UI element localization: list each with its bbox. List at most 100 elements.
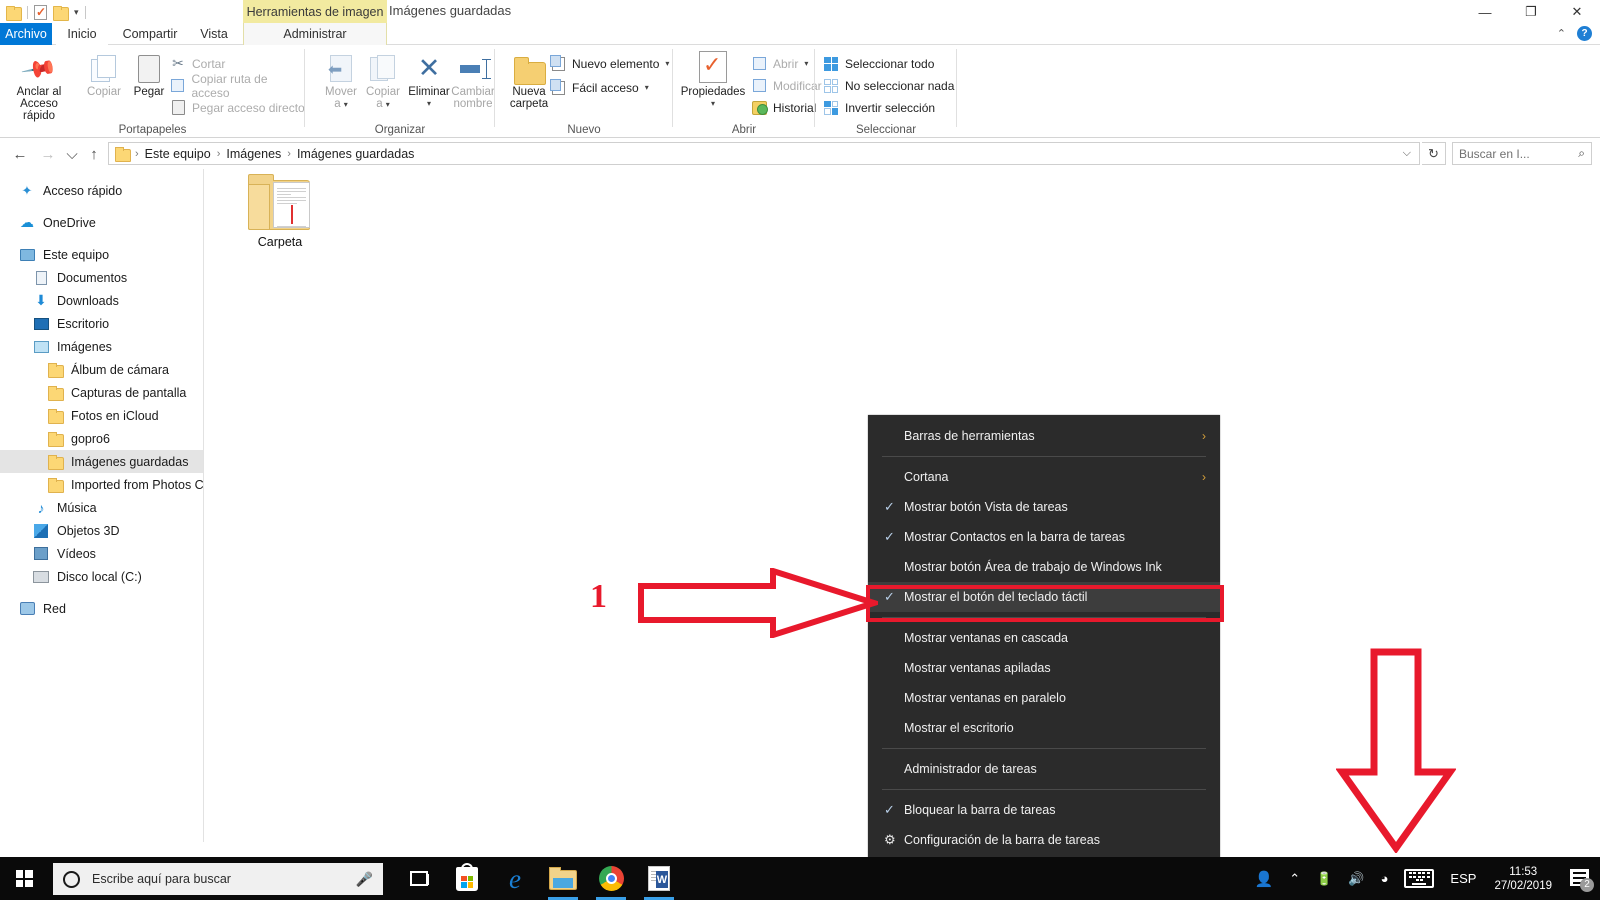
- ctx-item-mostrar-ventanas-apiladas[interactable]: Mostrar ventanas apiladas: [868, 653, 1220, 683]
- search-input[interactable]: Buscar en I...: [1459, 147, 1530, 161]
- sidebar-item-downloads[interactable]: ⬇ Downloads: [0, 289, 203, 312]
- tab-archivo[interactable]: Archivo: [0, 23, 52, 45]
- sidebar-label: Documentos: [57, 270, 128, 285]
- sidebar-item-objetos-3d[interactable]: Objetos 3D: [0, 519, 203, 542]
- tray-people-button[interactable]: 👤: [1247, 857, 1282, 900]
- history-button[interactable]: Historial: [751, 97, 816, 118]
- help-icon[interactable]: ?: [1577, 26, 1592, 41]
- close-button[interactable]: ✕: [1554, 0, 1600, 24]
- sidebar-item-acceso-rapido[interactable]: ✦ Acceso rápido: [0, 179, 203, 202]
- taskbar-google-chrome-button[interactable]: [587, 857, 635, 900]
- ctx-item-mostrar-contactos[interactable]: ✓ Mostrar Contactos en la barra de tarea…: [868, 522, 1220, 552]
- annotation-step-number-1: 1: [590, 578, 607, 615]
- sidebar-item-musica[interactable]: ♪ Música: [0, 496, 203, 519]
- ctx-item-barras-de-herramientas[interactable]: Barras de herramientas ›: [868, 421, 1220, 451]
- tab-compartir[interactable]: Compartir: [112, 23, 188, 45]
- taskbar-microsoft-store-button[interactable]: [443, 857, 491, 900]
- sidebar-item-onedrive[interactable]: ☁ OneDrive: [0, 211, 203, 234]
- ctx-item-bloquear-la-barra-de-tareas[interactable]: ✓ Bloquear la barra de tareas: [868, 795, 1220, 825]
- open-chevron-down-icon[interactable]: ▾: [804, 59, 808, 68]
- taskbar-search-box[interactable]: Escribe aquí para buscar 🎤: [53, 863, 383, 895]
- properties-chevron-down-icon[interactable]: ▾: [711, 98, 715, 110]
- recent-locations-button[interactable]: ⌵: [60, 142, 84, 166]
- ctx-item-mostrar-boton-windows-ink[interactable]: Mostrar botón Área de trabajo de Windows…: [868, 552, 1220, 582]
- taskbar-file-explorer-button[interactable]: [539, 857, 587, 900]
- tray-touch-keyboard-button[interactable]: [1396, 857, 1442, 900]
- breadcrumb-item-imagenes[interactable]: Imágenes: [226, 147, 281, 161]
- select-all-button[interactable]: Seleccionar todo: [823, 53, 934, 74]
- ctx-item-mostrar-ventanas-en-cascada[interactable]: Mostrar ventanas en cascada: [868, 623, 1220, 653]
- tab-inicio[interactable]: Inicio: [56, 23, 108, 45]
- tab-vista[interactable]: Vista: [190, 23, 238, 45]
- tray-action-center-button[interactable]: 2: [1562, 857, 1600, 900]
- copy-path-button[interactable]: Copiar ruta de acceso: [170, 72, 305, 100]
- ctx-item-mostrar-ventanas-en-paralelo[interactable]: Mostrar ventanas en paralelo: [868, 683, 1220, 713]
- tray-battery-button[interactable]: 🔋: [1308, 857, 1340, 900]
- volume-icon: 🔊: [1348, 870, 1365, 886]
- taskbar-task-view-button[interactable]: [395, 857, 443, 900]
- ctx-item-mostrar-el-escritorio[interactable]: Mostrar el escritorio: [868, 713, 1220, 743]
- back-button[interactable]: ←: [8, 142, 32, 166]
- new-item-chevron-down-icon[interactable]: ▾: [665, 59, 669, 68]
- taskbar-microsoft-edge-button[interactable]: e: [491, 857, 539, 900]
- collapse-ribbon-icon[interactable]: ⌃: [1557, 27, 1566, 40]
- refresh-button[interactable]: ↻: [1422, 142, 1446, 165]
- ctx-item-administrador-de-tareas[interactable]: Administrador de tareas: [868, 754, 1220, 784]
- qat-chevron-down-icon[interactable]: ▾: [74, 2, 79, 22]
- sidebar-item-album-de-camara[interactable]: Álbum de cámara: [0, 358, 203, 381]
- forward-button[interactable]: →: [36, 142, 60, 166]
- pin-to-quick-access-button[interactable]: 📌 Anclar al Acceso rápido: [7, 49, 71, 122]
- new-folder-qat-icon[interactable]: [53, 5, 69, 21]
- minimize-button[interactable]: —: [1462, 0, 1508, 24]
- easy-access-button[interactable]: Fácil acceso ▾: [549, 77, 649, 98]
- delete-chevron-down-icon[interactable]: ▾: [427, 98, 431, 110]
- select-none-button[interactable]: No seleccionar nada: [823, 75, 954, 96]
- navigation-pane[interactable]: ✦ Acceso rápido ☁ OneDrive Este equipo D…: [0, 169, 204, 842]
- microphone-icon[interactable]: 🎤: [356, 871, 373, 888]
- start-button[interactable]: [0, 857, 48, 900]
- tray-network-button[interactable]: ◕: [1373, 857, 1397, 900]
- sidebar-item-capturas-de-pantalla[interactable]: Capturas de pantalla: [0, 381, 203, 404]
- taskbar[interactable]: Escribe aquí para buscar 🎤 e W 👤 ⌃ 🔋 🔊 ◕…: [0, 857, 1600, 900]
- address-dropdown-icon[interactable]: ⌵: [1395, 147, 1419, 160]
- ctx-item-mostrar-boton-vista-de-tareas[interactable]: ✓ Mostrar botón Vista de tareas: [868, 492, 1220, 522]
- paste-shortcut-icon: [170, 100, 186, 116]
- sidebar-item-imagenes-guardadas[interactable]: Imágenes guardadas: [0, 450, 203, 473]
- sidebar-item-fotos-en-icloud[interactable]: Fotos en iCloud: [0, 404, 203, 427]
- sidebar-item-gopro6[interactable]: gopro6: [0, 427, 203, 450]
- sidebar-item-escritorio[interactable]: Escritorio: [0, 312, 203, 335]
- tray-show-hidden-icons-button[interactable]: ⌃: [1281, 857, 1308, 900]
- file-item-carpeta[interactable]: Carpeta: [230, 174, 330, 249]
- tray-language-button[interactable]: ESP: [1442, 857, 1484, 900]
- taskbar-context-menu[interactable]: Barras de herramientas › Cortana › ✓ Mos…: [868, 415, 1220, 861]
- breadcrumb[interactable]: › Este equipo › Imágenes › Imágenes guar…: [108, 142, 1420, 165]
- ctx-item-configuracion-de-la-barra-de-tareas[interactable]: ⚙ Configuración de la barra de tareas: [868, 825, 1220, 855]
- properties-button[interactable]: Propiedades ▾: [675, 49, 751, 110]
- paste-shortcut-button[interactable]: Pegar acceso directo: [170, 97, 305, 118]
- sidebar-item-este-equipo[interactable]: Este equipo: [0, 243, 203, 266]
- edit-button[interactable]: Modificar: [751, 75, 822, 96]
- ctx-item-cortana[interactable]: Cortana ›: [868, 462, 1220, 492]
- breadcrumb-item-este-equipo[interactable]: Este equipo: [145, 147, 211, 161]
- tab-administrar[interactable]: Administrar: [243, 23, 387, 45]
- search-box[interactable]: Buscar en I... ⌕: [1452, 142, 1592, 165]
- sidebar-item-disco-local-c[interactable]: Disco local (C:): [0, 565, 203, 588]
- sidebar-item-documentos[interactable]: Documentos: [0, 266, 203, 289]
- taskbar-microsoft-word-button[interactable]: W: [635, 857, 683, 900]
- maximize-button[interactable]: ❐: [1508, 0, 1554, 24]
- easy-access-chevron-down-icon[interactable]: ▾: [645, 83, 649, 92]
- objects3d-icon: [32, 522, 50, 540]
- taskbar-search-input[interactable]: Escribe aquí para buscar: [92, 872, 231, 886]
- tray-volume-button[interactable]: 🔊: [1340, 857, 1372, 900]
- sidebar-item-red[interactable]: Red: [0, 597, 203, 620]
- properties-qat-icon[interactable]: [34, 4, 47, 20]
- up-button[interactable]: ↑: [82, 142, 106, 166]
- sidebar-item-videos[interactable]: Vídeos: [0, 542, 203, 565]
- invert-selection-button[interactable]: Invertir selección: [823, 97, 935, 118]
- open-button[interactable]: Abrir ▾: [751, 53, 808, 74]
- tray-clock[interactable]: 11:53 27/02/2019: [1484, 865, 1562, 893]
- breadcrumb-item-imagenes-guardadas[interactable]: Imágenes guardadas: [297, 147, 414, 161]
- sidebar-item-imagenes[interactable]: Imágenes: [0, 335, 203, 358]
- new-item-button[interactable]: Nuevo elemento ▾: [549, 53, 669, 74]
- sidebar-item-imported-from-photos[interactable]: Imported from Photos Com: [0, 473, 203, 496]
